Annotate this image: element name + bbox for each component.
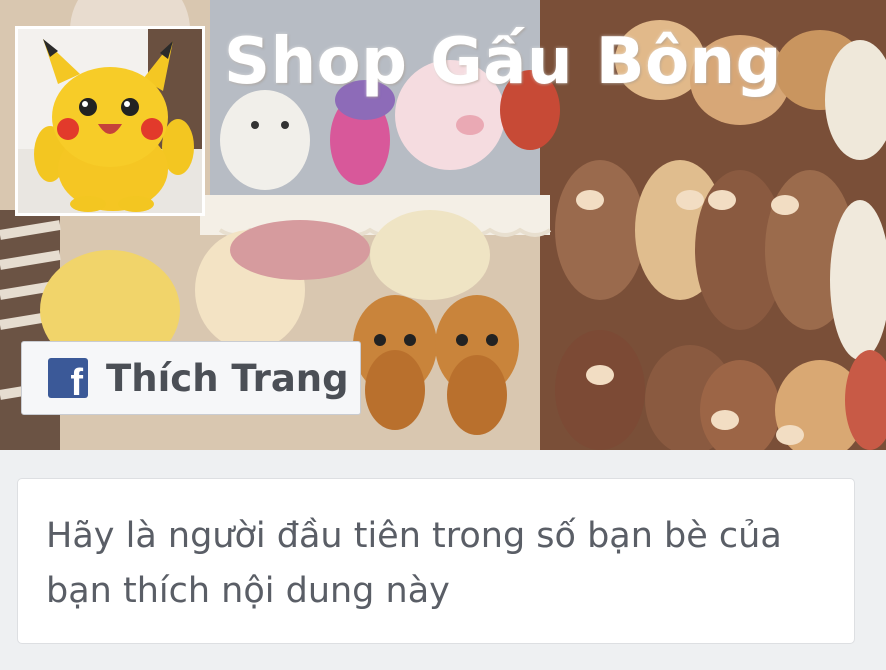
pikachu-plush-icon: [18, 29, 202, 213]
page-name[interactable]: Shop Gấu Bông: [224, 30, 782, 94]
like-page-label: Thích Trang: [106, 356, 349, 400]
profile-picture[interactable]: [15, 26, 205, 216]
facebook-icon: f: [48, 358, 88, 402]
like-page-button[interactable]: f Thích Trang: [21, 341, 361, 415]
cover-photo[interactable]: Shop Gấu Bông f Thích Trang: [0, 0, 886, 450]
friends-like-message: Hãy là người đầu tiên trong số bạn bè củ…: [46, 516, 782, 611]
friends-like-card: Hãy là người đầu tiên trong số bạn bè củ…: [17, 478, 855, 644]
